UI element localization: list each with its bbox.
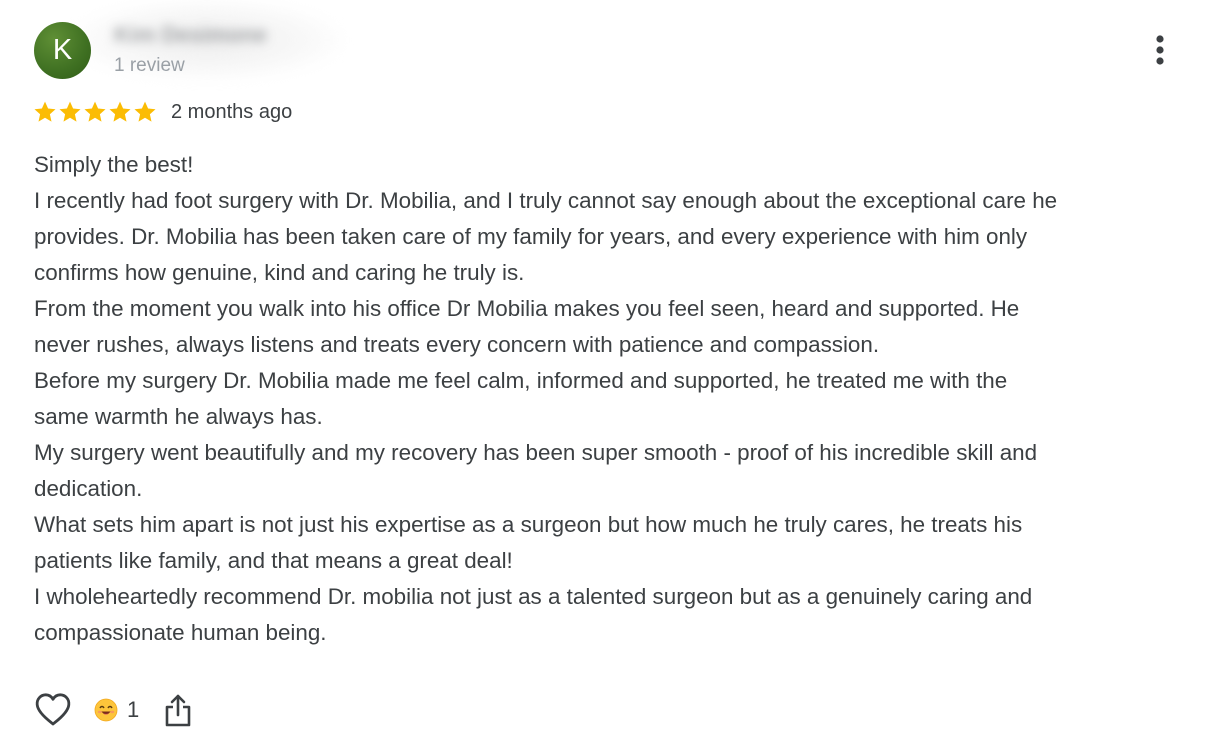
star-rating	[33, 100, 157, 124]
more-options-button[interactable]	[1146, 32, 1174, 68]
review-line: compassionate human being.	[34, 620, 327, 645]
star-icon	[59, 101, 81, 122]
avatar-initial: K	[52, 34, 73, 66]
reviewer-review-count: 1 review	[114, 55, 185, 76]
star-icon	[109, 101, 131, 122]
review-line: never rushes, always listens and treats …	[34, 332, 880, 357]
review-line: same warmth he always has.	[34, 404, 323, 429]
review-actions: 1	[34, 690, 193, 730]
smiling-face-emoji-icon	[94, 698, 118, 722]
reaction-count: 1	[127, 697, 140, 722]
star-icon	[34, 101, 56, 122]
reviewer-name[interactable]: Kim Desimone	[114, 22, 267, 48]
heart-outline-icon[interactable]	[34, 691, 72, 729]
share-icon[interactable]	[163, 692, 193, 728]
review-line: provides. Dr. Mobilia has been taken car…	[34, 224, 1028, 249]
review-line: Before my surgery Dr. Mobilia made me fe…	[34, 368, 1008, 393]
rating-row: 2 months ago	[33, 98, 292, 126]
review-line: My surgery went beautifully and my recov…	[34, 440, 1038, 465]
star-icon	[134, 101, 156, 122]
review-line: patients like family, and that means a g…	[34, 548, 513, 573]
review-text: Simply the best! I recently had foot sur…	[34, 147, 1194, 651]
avatar[interactable]: K	[34, 22, 91, 79]
review-date: 2 months ago	[171, 100, 293, 123]
review-line: What sets him apart is not just his expe…	[34, 512, 1023, 537]
reviewer-info: Kim Desimone 1 review	[114, 22, 267, 78]
more-vertical-icon	[1156, 35, 1164, 65]
review-line: Simply the best!	[34, 152, 194, 177]
reaction-button[interactable]: 1	[94, 697, 139, 723]
review-line: I wholeheartedly recommend Dr. mobilia n…	[34, 584, 1033, 609]
review-line: dedication.	[34, 476, 143, 501]
review-line: confirms how genuine, kind and caring he…	[34, 260, 525, 285]
review-line: From the moment you walk into his office…	[34, 296, 1020, 321]
review-line: I recently had foot surgery with Dr. Mob…	[34, 188, 1058, 213]
star-icon	[84, 101, 106, 122]
